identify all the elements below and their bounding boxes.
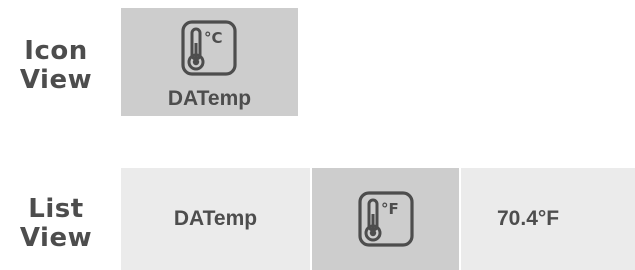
thermometer-celsius-icon: °C <box>181 20 237 76</box>
list-cell-name: DATemp <box>121 168 310 270</box>
temperature-value: 70.4°F <box>497 207 560 230</box>
unit-glyph: °F <box>381 200 399 218</box>
unit-glyph: °C <box>204 29 223 47</box>
list-item-name: DATemp <box>173 207 258 230</box>
thermometer-fahrenheit-icon: °F <box>357 191 414 247</box>
list-view-row-datemp[interactable]: DATemp °F 70.4°F <box>121 168 635 270</box>
icon-view-tile-datemp[interactable]: °C DATemp <box>121 8 298 116</box>
icon-view-heading: Icon View <box>19 36 93 95</box>
icon-view-tile-label: DATemp <box>167 87 252 110</box>
list-cell-value: 70.4°F <box>461 168 635 270</box>
list-cell-icon: °F <box>312 168 459 270</box>
list-view-heading: List View <box>19 194 93 253</box>
